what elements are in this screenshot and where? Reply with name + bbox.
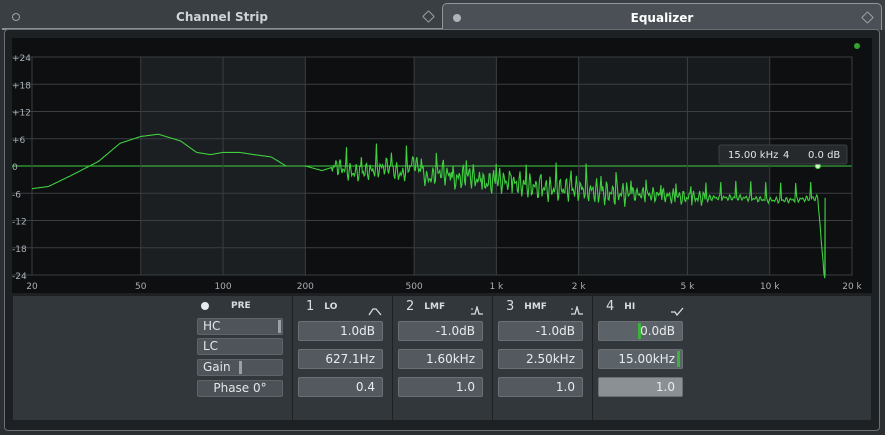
x-tick-label: 2 k [572,282,587,292]
gain-button[interactable]: Gain [197,359,283,376]
band-number: 4 [606,299,615,314]
hmf-peak-icon[interactable] [570,301,584,320]
band-3-header: 3 HMF [506,299,547,314]
band-type-label: LMF [424,302,446,312]
x-tick-label: 20 k [842,282,862,292]
x-tick-label: 500 [406,282,423,292]
hc-button[interactable]: HC [197,318,283,335]
x-tick-label: 1 k [489,282,504,292]
band-4-header: 4 HI [606,299,635,314]
gain-slider-handle[interactable] [239,361,242,374]
y-tick-label: +6 [12,136,26,146]
band-number: 1 [306,299,315,314]
band-2-q-field[interactable]: 1.0 [398,377,483,397]
band-1-freq-field[interactable]: 627.1Hz [298,349,383,369]
y-tick-label: +18 [12,81,31,91]
band-1-gain-field[interactable]: 1.0dB [298,321,383,341]
tooltip-band: 4 [783,150,789,161]
band-1-q-field[interactable]: 0.4 [298,377,383,397]
band-1-header: 1 LO [306,299,337,314]
tab-channel-strip[interactable]: Channel Strip [2,3,442,30]
eq-curve-chart[interactable]: +24 +18 +12 +6 0 -6 -12 -18 -2420 50 100 200 500 1 k 2… [12,38,872,293]
lo-shelf-icon[interactable] [368,301,382,320]
phase-button[interactable]: Phase 0° [197,380,283,397]
x-tick-label: 5 k [681,282,696,292]
y-tick-label: +12 [12,109,31,119]
band-number: 3 [506,299,515,314]
lmf-peak-icon[interactable] [470,301,484,320]
hi-shelf-icon[interactable] [670,301,684,320]
divider [392,296,393,420]
lc-button[interactable]: LC [197,338,283,355]
band-number: 2 [406,299,415,314]
y-tick-label: -18 [12,245,27,255]
tab-bar: Channel Strip Equalizer [0,0,885,30]
status-led [854,43,860,49]
pre-label: PRE [231,301,251,311]
pre-indicator-dot[interactable] [201,302,209,310]
band-2-header: 2 LMF [406,299,445,314]
lc-label: LC [203,339,219,353]
band-4-freq-field[interactable]: 15.00kHz [598,349,683,369]
eq-graph[interactable]: +24 +18 +12 +6 0 -6 -12 -18 -24 20 50 100 200 500 1 k 2… [12,38,872,293]
value-indicator [677,351,680,367]
y-tick-label: -12 [12,218,27,228]
band-type-label: HI [624,302,636,312]
band-3-q-field[interactable]: 1.0 [498,377,583,397]
divider [492,296,493,420]
band-type-label: LO [324,302,338,312]
gain-label: Gain [203,360,231,374]
hc-slider-handle[interactable] [278,320,281,333]
hc-label: HC [203,319,221,333]
band-2-freq-field[interactable]: 1.60kHz [398,349,483,369]
y-tick-label: 0 [12,163,18,173]
y-tick-label: -24 [12,272,27,282]
value-indicator [638,323,641,339]
divider [292,296,293,420]
y-tick-label: -6 [12,190,21,200]
phase-label: Phase 0° [213,381,267,395]
tooltip-gain: 0.0 dB [808,150,840,161]
y-tick-label: +24 [12,54,31,64]
divider [592,296,593,420]
tab-label: Channel Strip [176,10,268,24]
band-3-gain-field[interactable]: -1.0dB [498,321,583,341]
tab-label: Equalizer [630,11,694,25]
band-4-q-field[interactable]: 1.0 [598,377,683,397]
tab-equalizer[interactable]: Equalizer [442,3,882,30]
x-tick-label: 100 [214,282,231,292]
x-tick-label: 200 [297,282,314,292]
x-tick-label: 50 [135,282,147,292]
band-2-gain-field[interactable]: -1.0dB [398,321,483,341]
x-tick-label: 10 k [760,282,780,292]
eq-controls: PRE HC LC Gain Phase 0° 1 LO 1.0dB 627.1Hz 0… [13,296,871,420]
x-tick-label: 20 [26,282,38,292]
tooltip-freq: 15.00 kHz [728,150,778,161]
band-type-label: HMF [524,302,547,312]
band-3-freq-field[interactable]: 2.50kHz [498,349,583,369]
